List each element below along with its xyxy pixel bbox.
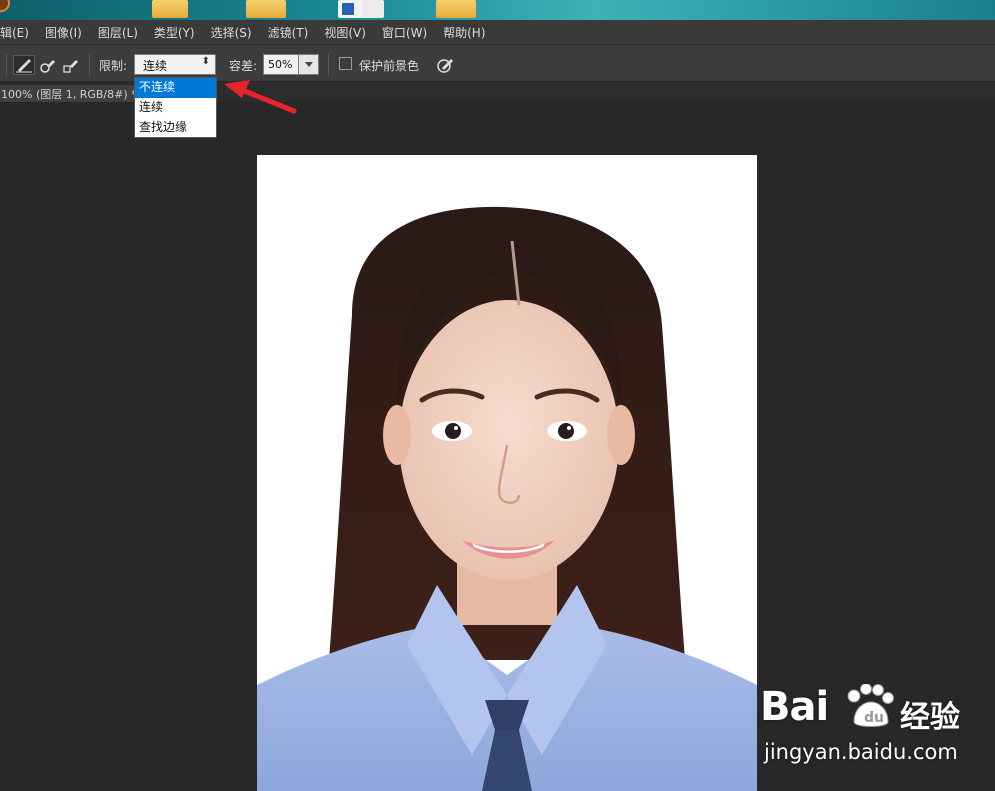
protect-foreground-checkbox[interactable]	[339, 57, 352, 70]
portrait-photo[interactable]	[257, 155, 757, 791]
document-tab[interactable]: 100% (图层 1, RGB/8#) *	[0, 85, 140, 102]
tolerance-input[interactable]: 50%	[263, 54, 299, 75]
watermark-brand: Bai	[760, 684, 829, 730]
menu-edit[interactable]: 辑(E)	[0, 24, 37, 41]
menubar: 辑(E) 图像(I) 图层(L) 类型(Y) 选择(S) 滤镜(T) 视图(V)…	[0, 20, 995, 44]
menu-image[interactable]: 图像(I)	[37, 24, 90, 41]
eyedropper-once-icon	[40, 60, 55, 73]
divider	[328, 54, 329, 76]
limit-select-value: 连续	[143, 59, 168, 73]
divider	[6, 54, 7, 76]
menu-view[interactable]: 视图(V)	[316, 24, 374, 41]
watermark-brand-suffix: 经验	[900, 700, 960, 735]
app-icon	[0, 0, 10, 12]
menu-select[interactable]: 选择(S)	[203, 24, 260, 41]
document-icon	[362, 0, 384, 18]
baidu-paw-logo-icon: du	[847, 684, 894, 727]
watermark-url: jingyan.baidu.com	[764, 740, 958, 764]
menu-filter[interactable]: 滤镜(T)	[260, 24, 317, 41]
eyedropper-background-icon	[63, 60, 78, 73]
baidu-jingyan-watermark: Bai du 经验 jingyan.baidu.com	[760, 682, 990, 772]
limit-option-find-edges[interactable]: 查找边缘	[135, 118, 216, 138]
folder-icon	[436, 0, 476, 18]
limit-label: 限制:	[99, 59, 128, 73]
limit-dropdown-list: 不连续 连续 查找边缘	[134, 77, 217, 138]
eyedropper-continuous-icon	[16, 59, 32, 73]
updown-arrow-icon: ⬍	[201, 56, 210, 67]
menu-window[interactable]: 窗口(W)	[374, 24, 435, 41]
svg-text:du: du	[864, 710, 884, 726]
sampling-continuous-button[interactable]	[13, 55, 35, 75]
tolerance-label: 容差:	[229, 59, 258, 73]
limit-select[interactable]: 连续 ⬍	[134, 54, 216, 75]
pen-pressure-icon	[437, 59, 453, 73]
tablet-pressure-button[interactable]	[434, 55, 456, 75]
menu-type[interactable]: 类型(Y)	[146, 24, 203, 41]
portrait-image	[257, 155, 757, 791]
folder-icon	[152, 0, 188, 18]
sampling-background-swatch-button[interactable]	[60, 55, 82, 75]
desktop-background-strip	[0, 0, 995, 20]
menu-layer[interactable]: 图层(L)	[90, 24, 146, 41]
limit-option-discontiguous[interactable]: 不连续	[135, 78, 216, 98]
chevron-down-icon	[304, 62, 313, 67]
divider	[89, 54, 90, 76]
sampling-once-button[interactable]	[37, 55, 59, 75]
menu-help[interactable]: 帮助(H)	[435, 24, 493, 41]
tolerance-dropdown-button[interactable]	[299, 54, 319, 75]
protect-foreground-label: 保护前景色	[359, 59, 420, 73]
limit-option-contiguous[interactable]: 连续	[135, 98, 216, 118]
annotation-arrow-icon	[224, 80, 297, 114]
folder-icon	[246, 0, 286, 18]
